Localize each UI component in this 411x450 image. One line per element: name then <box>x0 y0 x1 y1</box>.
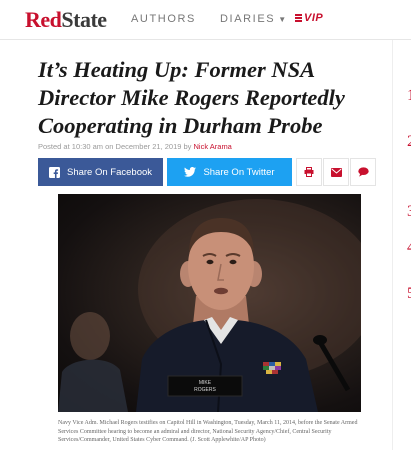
trending-sidebar: 1 2 3 4 5 <box>392 40 411 450</box>
share-facebook-button[interactable]: Share On Facebook <box>38 158 163 186</box>
nav-vip-label: VIP <box>304 12 324 24</box>
comment-button[interactable] <box>350 158 376 186</box>
nav-diaries-label: DIARIES <box>220 13 276 25</box>
share-facebook-label: Share On Facebook <box>66 166 153 178</box>
email-icon <box>330 167 342 177</box>
logo-red: Red <box>25 7 62 32</box>
email-button[interactable] <box>323 158 349 186</box>
print-icon <box>304 167 314 177</box>
logo-state: State <box>61 7 107 32</box>
photo-caption: Navy Vice Adm. Michael Rogers testifies … <box>58 420 358 443</box>
site-logo[interactable]: RedState <box>25 7 107 33</box>
nameplate-line1: MIKE <box>199 380 212 386</box>
site-header: RedState AUTHORS DIARIES ▼ VIP <box>0 0 411 40</box>
nav-diaries[interactable]: DIARIES ▼ <box>220 13 286 25</box>
facebook-icon <box>48 166 60 178</box>
share-twitter-label: Share On Twitter <box>203 166 275 178</box>
byline-date: Posted at 10:30 am on December 21, 2019 … <box>38 142 194 151</box>
article-byline: Posted at 10:30 am on December 21, 2019 … <box>38 142 232 151</box>
twitter-icon <box>184 167 197 177</box>
article-photo: MIKE ROGERS <box>58 194 361 412</box>
share-twitter-button[interactable]: Share On Twitter <box>167 158 292 186</box>
trending-number-3[interactable]: 3 <box>407 203 411 221</box>
trending-number-4[interactable]: 4 <box>407 239 411 257</box>
article-headline: It’s Heating Up: Former NSA Director Mik… <box>38 57 345 138</box>
comment-icon <box>357 167 369 177</box>
author-link[interactable]: Nick Arama <box>194 142 232 151</box>
nameplate-line2: ROGERS <box>194 387 216 393</box>
nav-authors[interactable]: AUTHORS <box>131 13 196 25</box>
trending-number-5[interactable]: 5 <box>407 285 411 303</box>
trending-number-1[interactable]: 1 <box>407 87 411 105</box>
print-button[interactable] <box>296 158 322 186</box>
chevron-down-icon: ▼ <box>278 15 287 24</box>
vip-icon <box>295 14 302 22</box>
nav-vip[interactable]: VIP <box>295 12 323 24</box>
photo-illustration: MIKE ROGERS <box>58 199 361 412</box>
trending-number-2[interactable]: 2 <box>407 133 411 151</box>
